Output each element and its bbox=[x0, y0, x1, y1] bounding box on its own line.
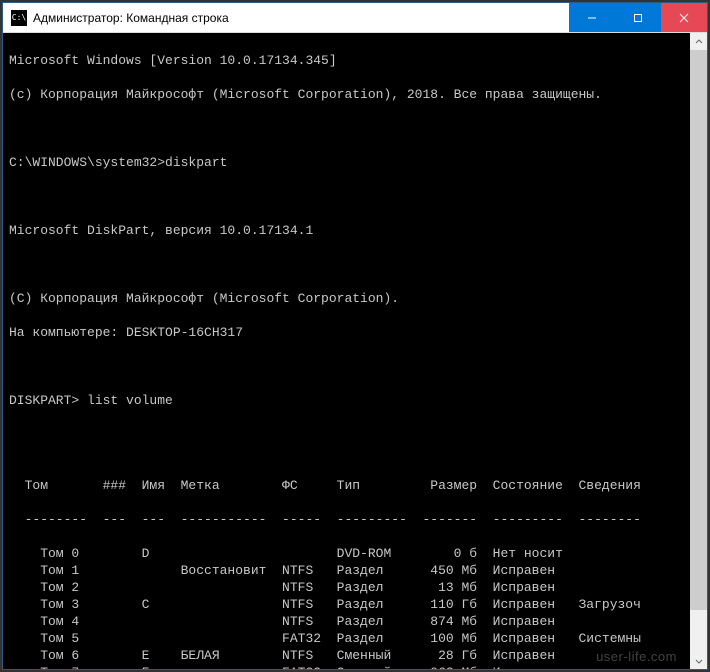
volume-table: Том ### Имя Метка ФС Тип Размер Состояни… bbox=[9, 460, 699, 669]
blank-line bbox=[9, 188, 699, 205]
table-row: Том 5 FAT32 Раздел 100 Мб Исправен Систе… bbox=[9, 630, 699, 647]
table-row: Том 1 Восстановит NTFS Раздел 450 Мб Исп… bbox=[9, 562, 699, 579]
output-line: (C) Корпорация Майкрософт (Microsoft Cor… bbox=[9, 290, 699, 307]
table-header: Том ### Имя Метка ФС Тип Размер Состояни… bbox=[9, 477, 699, 494]
minimize-icon bbox=[587, 13, 597, 23]
app-icon: C:\ bbox=[11, 10, 27, 26]
output-line: На компьютере: DESKTOP-16CH317 bbox=[9, 324, 699, 341]
vertical-scrollbar[interactable] bbox=[690, 33, 707, 669]
window-frame: C:\ Администратор: Командная строка Micr… bbox=[2, 2, 708, 670]
blank-line bbox=[9, 120, 699, 137]
command-text: list volume bbox=[87, 393, 173, 408]
scrollbar-thumb[interactable] bbox=[690, 50, 707, 610]
diskpart-prompt: DISKPART> bbox=[9, 393, 87, 408]
maximize-button[interactable] bbox=[615, 3, 661, 32]
scroll-up-button[interactable] bbox=[690, 33, 707, 50]
blank-line bbox=[9, 256, 699, 273]
chevron-up-icon bbox=[695, 38, 703, 46]
minimize-button[interactable] bbox=[569, 3, 615, 32]
table-row: Том 0 D DVD-ROM 0 б Нет носит bbox=[9, 545, 699, 562]
close-button[interactable] bbox=[661, 3, 707, 32]
prompt-line: DISKPART> list volume bbox=[9, 392, 699, 409]
command-text: diskpart bbox=[165, 155, 227, 170]
table-divider: -------- --- --- ----------- ----- -----… bbox=[9, 511, 699, 528]
table-row: Том 3 C NTFS Раздел 110 Гб Исправен Загр… bbox=[9, 596, 699, 613]
watermark: user-life.com bbox=[596, 648, 677, 665]
scrollbar-track[interactable] bbox=[690, 50, 707, 652]
titlebar[interactable]: C:\ Администратор: Командная строка bbox=[3, 3, 707, 33]
output-line: Microsoft Windows [Version 10.0.17134.34… bbox=[9, 52, 699, 69]
blank-line bbox=[9, 426, 699, 443]
blank-line bbox=[9, 358, 699, 375]
scroll-down-button[interactable] bbox=[690, 652, 707, 669]
window-controls bbox=[569, 3, 707, 32]
output-line: (с) Корпорация Майкрософт (Microsoft Cor… bbox=[9, 86, 699, 103]
terminal-output[interactable]: Microsoft Windows [Version 10.0.17134.34… bbox=[3, 33, 707, 669]
table-row: Том 4 NTFS Раздел 874 Мб Исправен bbox=[9, 613, 699, 630]
output-line: Microsoft DiskPart, версия 10.0.17134.1 bbox=[9, 222, 699, 239]
prompt-line: C:\WINDOWS\system32>diskpart bbox=[9, 154, 699, 171]
maximize-icon bbox=[633, 13, 643, 23]
window-title: Администратор: Командная строка bbox=[33, 11, 569, 25]
prompt: C:\WINDOWS\system32> bbox=[9, 155, 165, 170]
chevron-down-icon bbox=[695, 657, 703, 665]
table-row: Том 2 NTFS Раздел 13 Мб Исправен bbox=[9, 579, 699, 596]
close-icon bbox=[679, 13, 689, 23]
